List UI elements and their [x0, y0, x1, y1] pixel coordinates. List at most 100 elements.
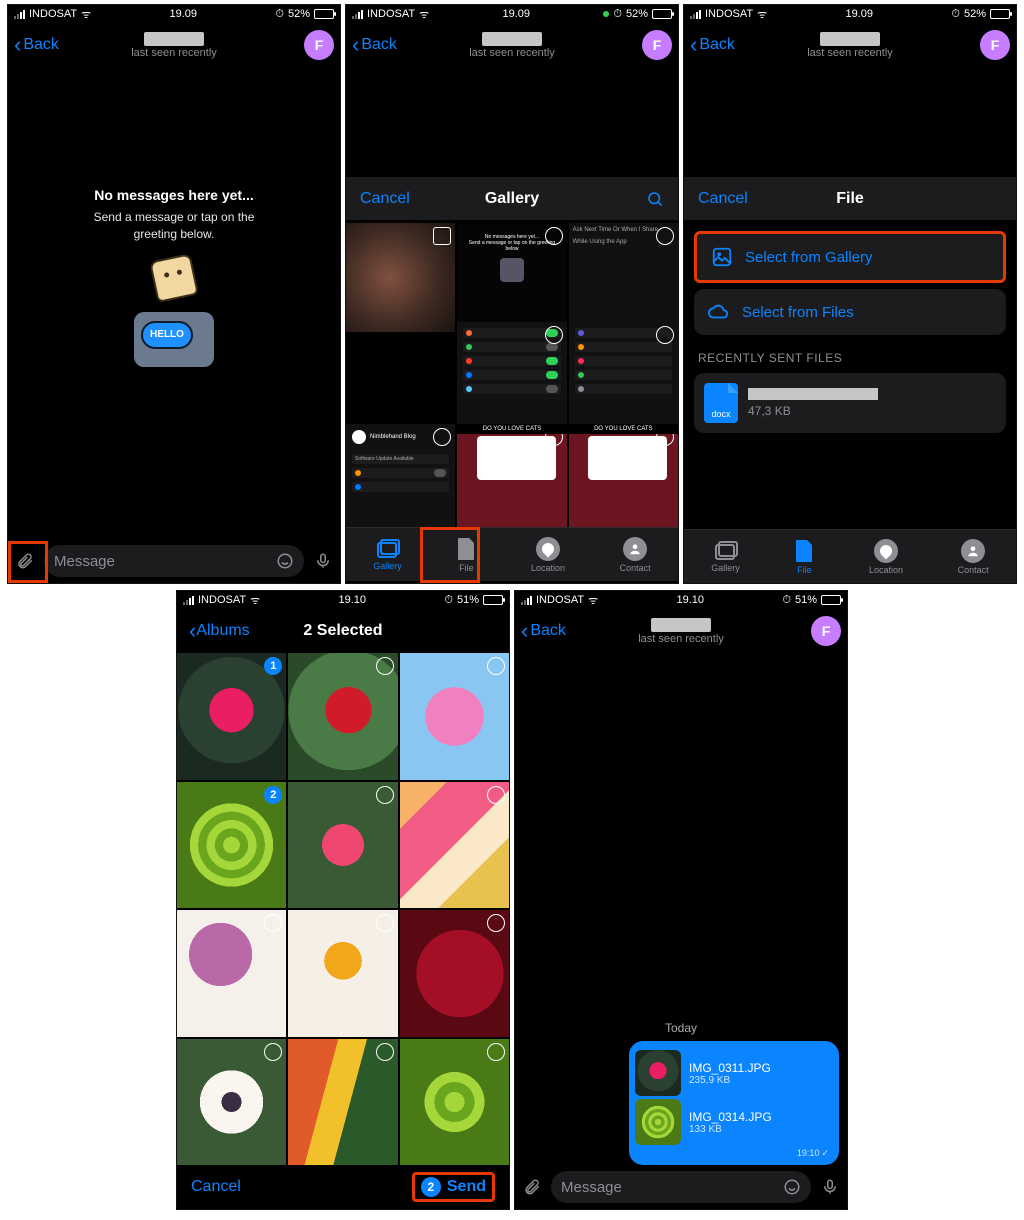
live-photo-icon [433, 227, 451, 245]
photo[interactable] [177, 910, 286, 1037]
cloud-icon [708, 301, 730, 323]
photo[interactable]: 2 [177, 782, 286, 909]
back-button[interactable]: ‹Back [14, 34, 59, 56]
gallery-icon [376, 539, 400, 559]
thumbnail-icon [635, 1099, 681, 1145]
message-bubble[interactable]: IMG_0311.JPG235,9 KB IMG_0314.JPG133 KB … [629, 1041, 839, 1165]
send-count-badge: 2 [421, 1177, 441, 1197]
chevron-left-icon: ‹ [14, 34, 21, 56]
back-button[interactable]: ‹Back [690, 34, 735, 56]
photo-cell[interactable]: DO YOU LOVE CATS [457, 424, 566, 527]
microphone-icon[interactable] [314, 552, 332, 570]
check-icon: ✓ [821, 1148, 829, 1159]
empty-state: No messages here yet... Send a message o… [8, 67, 340, 367]
toast-icon [149, 253, 199, 303]
photo[interactable] [288, 910, 397, 1037]
photo[interactable] [288, 653, 397, 780]
message-time: 19:10✓ [635, 1148, 833, 1159]
photo-grid: No messages here yet...Send a message or… [346, 221, 678, 527]
sticker-icon[interactable] [783, 1178, 801, 1196]
location-icon [540, 540, 557, 557]
photo[interactable] [288, 782, 397, 909]
file-name: IMG_0311.JPG [689, 1061, 771, 1075]
empty-title: No messages here yet... [8, 187, 340, 203]
file-size: 235,9 KB [689, 1075, 771, 1086]
attachment: IMG_0311.JPG235,9 KB [635, 1050, 833, 1096]
attach-highlight [8, 541, 48, 583]
tab-gallery[interactable]: Gallery [711, 541, 740, 573]
status-bar: INDOSATᯤ 19.09 ⏱52% [8, 5, 340, 23]
chat-body: Today IMG_0311.JPG235,9 KB IMG_0314.JPG1… [515, 653, 847, 1165]
screenshot-empty-chat: INDOSATᯤ 19.09 ⏱52% ‹Back last seen rece… [7, 4, 341, 584]
clock: 19.09 [169, 8, 197, 20]
photo[interactable] [288, 1039, 397, 1166]
screenshot-album-select: INDOSATᯤ19.10⏱51% ‹Albums 2 Selected 1 2… [176, 590, 510, 1210]
message-input[interactable]: Message [44, 545, 304, 577]
paperclip-icon[interactable] [523, 1178, 541, 1196]
tab-file[interactable]: File [794, 539, 814, 575]
photo-cell[interactable]: Nimblehand Blog Software Update Availabl… [346, 424, 455, 527]
wifi-icon: ᯤ [81, 7, 91, 22]
message-input[interactable]: Message [551, 1171, 811, 1203]
status-bar: INDOSATᯤ 19.09 ⏱52% [346, 5, 678, 23]
input-bar: Message [8, 539, 340, 583]
file-size: 133 KB [689, 1124, 772, 1135]
album-footer: Cancel 2Send [177, 1165, 509, 1209]
send-button[interactable]: 2Send [412, 1172, 495, 1202]
photo[interactable] [400, 782, 509, 909]
chevron-left-icon: ‹ [189, 620, 196, 642]
cancel-button[interactable]: Cancel [360, 190, 410, 208]
photo[interactable] [400, 910, 509, 1037]
input-bar: Message [515, 1165, 847, 1209]
photo-cell[interactable] [457, 322, 566, 431]
select-from-files[interactable]: Select from Files [694, 289, 1006, 335]
tab-contact[interactable]: Contact [620, 537, 651, 573]
screenshot-chat-result: INDOSATᯤ19.10⏱51% ‹Back last seen recent… [514, 590, 848, 1210]
file-size: 47,3 KB [748, 404, 878, 418]
photo-cell[interactable] [346, 223, 455, 332]
photo-cell[interactable] [569, 322, 678, 431]
contact-icon [623, 537, 647, 561]
cancel-button[interactable]: Cancel [698, 190, 748, 208]
tab-contact[interactable]: Contact [958, 539, 989, 575]
picker-header: Cancel Gallery [346, 177, 678, 221]
albums-back[interactable]: ‹Albums [189, 620, 250, 642]
recent-header: RECENTLY SENT FILES [698, 351, 1002, 365]
photo-cell[interactable]: No messages here yet...Send a message or… [457, 223, 566, 332]
photo-cell[interactable]: Ask Next Time Or When I ShareWhile Using… [569, 223, 678, 332]
photo[interactable] [400, 653, 509, 780]
sticker-icon[interactable] [276, 552, 294, 570]
hello-sticker[interactable]: HELLO [119, 257, 229, 367]
microphone-icon[interactable] [821, 1178, 839, 1196]
date-separator: Today [665, 1021, 697, 1035]
photo[interactable] [400, 1039, 509, 1166]
signal-icon [14, 10, 25, 19]
tab-location[interactable]: Location [531, 537, 565, 573]
back-button[interactable]: ‹Back [352, 34, 397, 56]
photo-cell[interactable]: DO YOU LOVE CATS [569, 424, 678, 527]
hello-badge: HELLO [141, 321, 193, 349]
screenshot-file-picker: INDOSATᯤ19.09⏱52% ‹Back last seen recent… [683, 4, 1017, 584]
avatar[interactable]: F [304, 30, 334, 60]
nav-header: ‹Back last seen recently F [346, 23, 678, 67]
file-name: IMG_0314.JPG [689, 1110, 772, 1124]
empty-subtitle: Send a message or tap on the greeting be… [8, 209, 340, 243]
file-tab-highlight [420, 527, 480, 583]
recent-file[interactable]: docx 47,3 KB [694, 373, 1006, 433]
cancel-button[interactable]: Cancel [191, 1178, 241, 1196]
nav-header: ‹Back last seen recently F [8, 23, 340, 67]
image-icon [711, 246, 733, 268]
select-from-gallery[interactable]: Select from Gallery [694, 231, 1006, 283]
photo[interactable] [177, 1039, 286, 1166]
file-name-redacted [748, 388, 878, 400]
tab-location[interactable]: Location [869, 539, 903, 575]
contact-name-redacted [144, 32, 204, 46]
photo[interactable]: 1 [177, 653, 286, 780]
screenshot-gallery-picker: INDOSATᯤ 19.09 ⏱52% ‹Back last seen rece… [345, 4, 679, 584]
search-icon[interactable] [646, 190, 664, 208]
back-button[interactable]: ‹Back [521, 620, 566, 642]
tab-gallery[interactable]: Gallery [373, 539, 402, 571]
battery-icon [314, 9, 334, 19]
docx-icon: docx [704, 383, 738, 423]
picker-tabbar: Gallery File Location Contact [346, 527, 678, 581]
